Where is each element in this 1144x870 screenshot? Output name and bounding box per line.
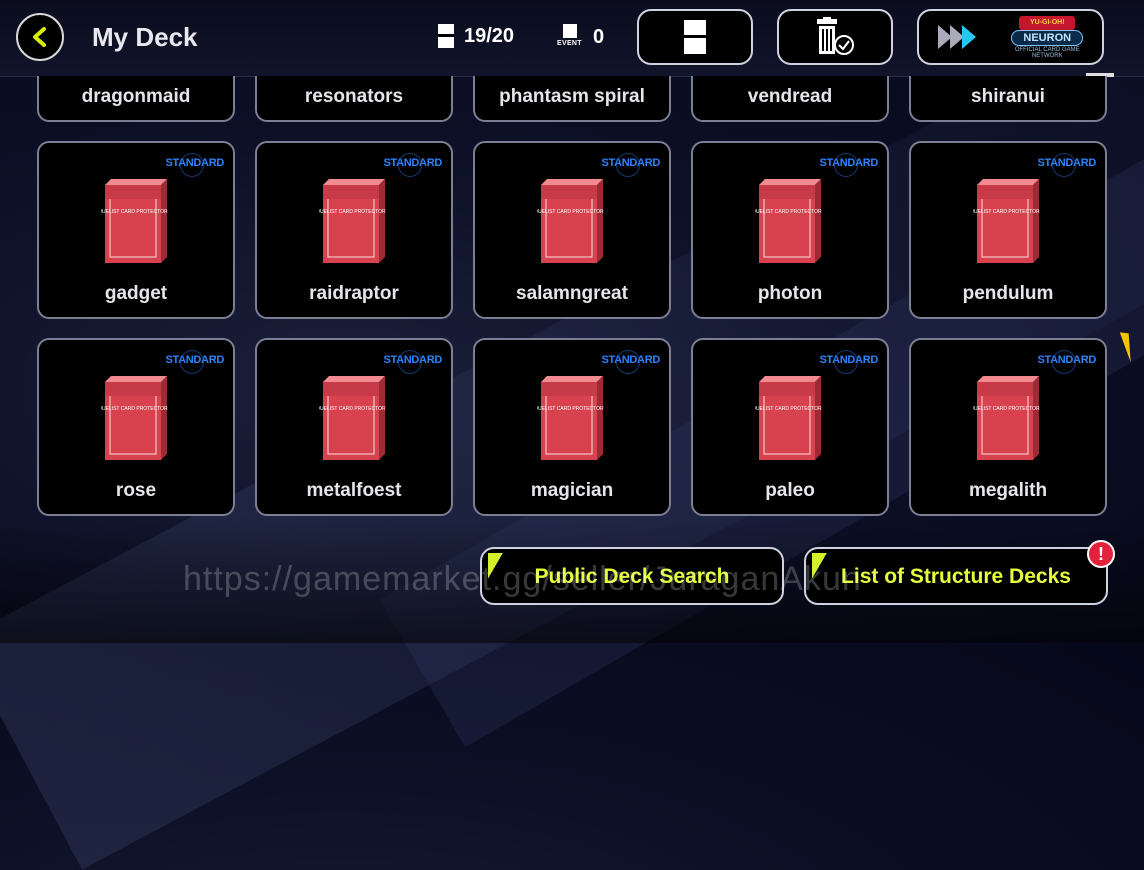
standard-badge: STANDARD — [819, 350, 878, 374]
deck-card[interactable]: STANDARD DUELIST CARD PROTECTOR paleo — [691, 338, 889, 516]
deck-box-icon: DUELIST CARD PROTECTOR — [101, 376, 168, 460]
deck-name: shiranui — [971, 86, 1045, 107]
deck-name: raidraptor — [309, 283, 399, 304]
deck-card[interactable]: STANDARD DUELIST CARD PROTECTOR salamngrea… — [473, 141, 671, 319]
deck-name: photon — [757, 283, 823, 304]
standard-badge: STANDARD — [819, 153, 878, 177]
deck-card[interactable]: STANDARD DUELIST CARD PROTECTOR photon — [691, 141, 889, 319]
svg-text:DUELIST CARD PROTECTOR: DUELIST CARD PROTECTOR — [537, 406, 604, 412]
svg-text:DUELIST CARD PROTECTOR: DUELIST CARD PROTECTOR — [755, 406, 822, 412]
standard-badge: STANDARD — [601, 153, 660, 177]
svg-text:DUELIST CARD PROTECTOR: DUELIST CARD PROTECTOR — [755, 209, 822, 215]
deck-name: pendulum — [962, 283, 1054, 304]
alert-badge-icon: ! — [1087, 540, 1115, 568]
new-deck-button[interactable] — [637, 9, 753, 65]
back-button[interactable] — [16, 13, 64, 61]
deck-card[interactable]: STANDARD DUELIST CARD PROTECTOR magician — [473, 338, 671, 516]
delete-deck-button[interactable] — [777, 9, 893, 65]
svg-text:DUELIST CARD PROTECTOR: DUELIST CARD PROTECTOR — [319, 406, 386, 412]
deck-box-icon: DUELIST CARD PROTECTOR — [755, 376, 822, 460]
svg-text:DUELIST CARD PROTECTOR: DUELIST CARD PROTECTOR — [319, 209, 386, 215]
deck-count-value: 19/20 — [464, 24, 515, 47]
deck-slot[interactable]: dragonmaid — [37, 76, 235, 122]
deck-box-icon: DUELIST CARD PROTECTOR — [755, 179, 822, 263]
standard-badge: STANDARD — [165, 350, 224, 374]
deck-name: metalfoest — [306, 480, 402, 501]
svg-text:DUELIST CARD PROTECTOR: DUELIST CARD PROTECTOR — [973, 406, 1040, 412]
svg-text:DUELIST CARD PROTECTOR: DUELIST CARD PROTECTOR — [537, 209, 604, 215]
event-count-value: 0 — [593, 25, 605, 48]
svg-text:DUELIST CARD PROTECTOR: DUELIST CARD PROTECTOR — [101, 406, 168, 412]
top-bar: My Deck 19/20 EVENT 0 YU-GI-OH! NEURON O… — [0, 0, 1144, 77]
deck-name: resonators — [304, 86, 404, 107]
event-deck-icon: EVENT — [557, 24, 583, 50]
deck-box-icon: DUELIST CARD PROTECTOR — [973, 376, 1040, 460]
deck-card[interactable]: STANDARD DUELIST CARD PROTECTOR gadget — [37, 141, 235, 319]
neuron-link-button[interactable]: YU-GI-OH! NEURON OFFICIAL CARD GAME NETW… — [917, 9, 1104, 65]
deck-card[interactable]: STANDARD DUELIST CARD PROTECTOR metalfoest — [255, 338, 453, 516]
chevron-left-icon — [33, 27, 46, 47]
deck-name: gadget — [104, 283, 168, 304]
deck-count: 19/20 — [438, 24, 514, 48]
watermark: https://gamemarket.gg/seller/JuraganAkun — [183, 560, 862, 598]
deck-name: magician — [530, 480, 614, 501]
deck-box-icon: DUELIST CARD PROTECTOR — [973, 179, 1040, 263]
deck-name: salamngreat — [516, 283, 628, 304]
neuron-logo: YU-GI-OH! NEURON OFFICIAL CARD GAME NETW… — [1011, 16, 1084, 59]
deck-name: dragonmaid — [81, 86, 191, 107]
standard-badge: STANDARD — [1037, 350, 1096, 374]
deck-box-icon: DUELIST CARD PROTECTOR — [537, 376, 604, 460]
deck-box-icon: DUELIST CARD PROTECTOR — [319, 376, 386, 460]
svg-text:DUELIST CARD PROTECTOR: DUELIST CARD PROTECTOR — [973, 209, 1040, 215]
deck-card[interactable]: STANDARD DUELIST CARD PROTECTOR megalith — [909, 338, 1107, 516]
deck-box-icon: DUELIST CARD PROTECTOR — [319, 179, 386, 263]
deck-slot[interactable]: resonators — [255, 76, 453, 122]
svg-text:DUELIST CARD PROTECTOR: DUELIST CARD PROTECTOR — [101, 209, 168, 215]
deck-slot[interactable]: shiranui — [909, 76, 1107, 122]
deck-slot[interactable]: phantasm spiral — [473, 76, 671, 122]
standard-badge: STANDARD — [383, 153, 442, 177]
deck-card[interactable]: STANDARD DUELIST CARD PROTECTOR raidraptor — [255, 141, 453, 319]
deck-box-icon: DUELIST CARD PROTECTOR — [537, 179, 604, 263]
standard-badge: STANDARD — [1037, 153, 1096, 177]
standard-badge: STANDARD — [601, 350, 660, 374]
deck-name: paleo — [765, 480, 815, 501]
page-title: My Deck — [92, 22, 198, 52]
chevron-right-icon — [937, 25, 976, 49]
new-deck-icon — [684, 20, 706, 54]
deck-card[interactable]: STANDARD DUELIST CARD PROTECTOR pendulum — [909, 141, 1107, 319]
deck-icon — [438, 24, 454, 48]
deck-slot[interactable]: vendread — [691, 76, 889, 122]
trash-check-icon — [817, 17, 854, 55]
deck-name: megalith — [968, 480, 1048, 501]
deck-card[interactable]: STANDARD DUELIST CARD PROTECTOR rose — [37, 338, 235, 516]
event-deck-count: EVENT 0 — [557, 24, 604, 50]
deck-name: rose — [115, 480, 157, 501]
deck-name: phantasm spiral — [499, 86, 645, 107]
deck-name: vendread — [747, 86, 833, 107]
standard-badge: STANDARD — [383, 350, 442, 374]
standard-badge: STANDARD — [165, 153, 224, 177]
deck-box-icon: DUELIST CARD PROTECTOR — [101, 179, 168, 263]
